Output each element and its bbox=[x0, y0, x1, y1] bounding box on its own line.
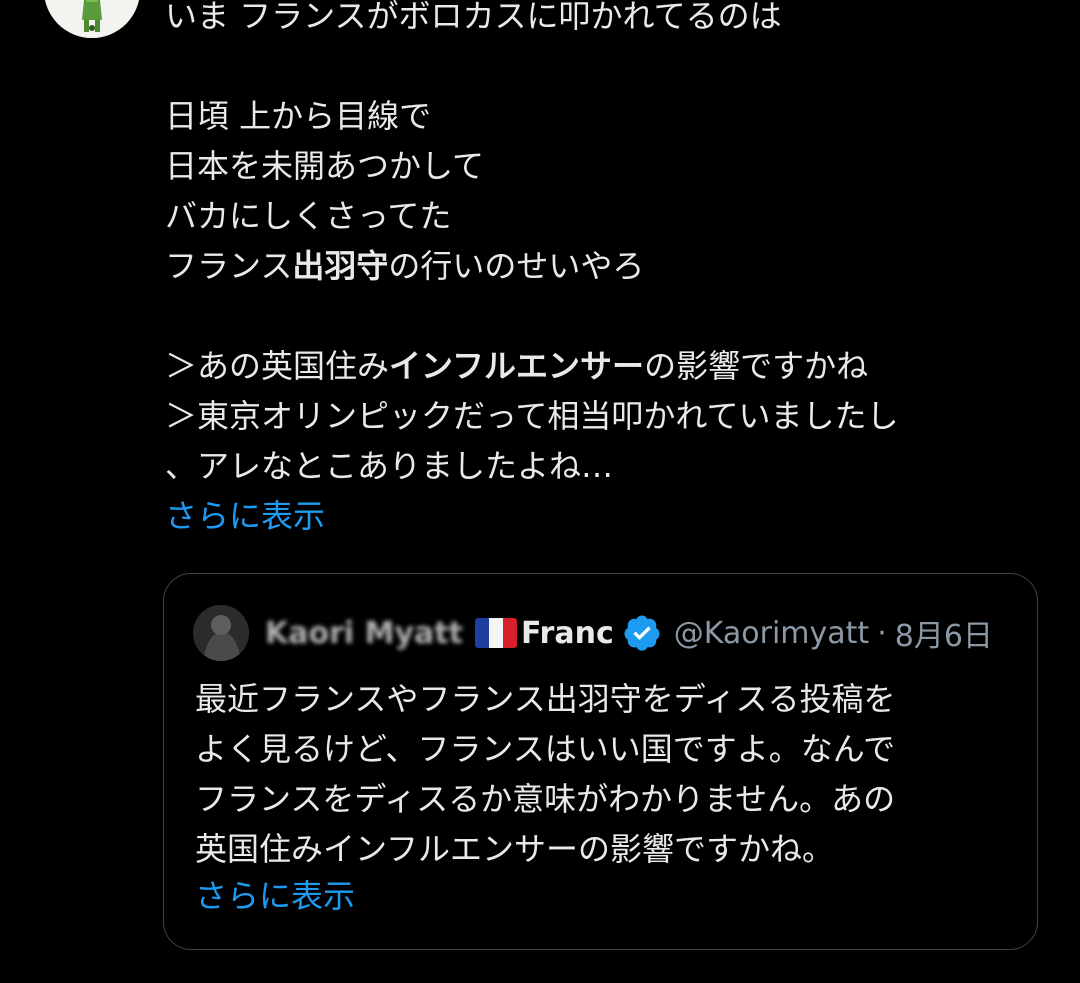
quoted-show-more-link[interactable]: さらに表示 bbox=[195, 874, 355, 918]
author-name-suffix: Franc bbox=[520, 615, 614, 651]
avatar-photo-icon bbox=[193, 605, 249, 661]
tweet-line: いま フランスがボロカスに叩かれてるのは bbox=[165, 0, 782, 35]
tweet-bold-segment: 出羽守 bbox=[292, 247, 389, 285]
tweet-text-segment: ＞あの英国住み bbox=[165, 347, 390, 385]
quoted-tweet-text: 最近フランスやフランス出羽守をディスる投稿を よく見るけど、フランスはいい国です… bbox=[195, 674, 895, 874]
avatar-figure-icon bbox=[44, 0, 140, 38]
tweet-line: 日頃 上から目線で bbox=[165, 97, 432, 135]
quoted-author-handle[interactable]: @Kaorimyatt bbox=[674, 616, 869, 651]
quoted-tweet-date[interactable]: 8月6日 bbox=[895, 611, 993, 655]
tweet-text: いま フランスがボロカスに叩かれてるのは 日頃 上から目線で 日本を未開あつかし… bbox=[165, 0, 1045, 491]
verified-badge-icon bbox=[624, 615, 660, 651]
quoted-tweet-card[interactable]: Kaori Myatt Franc @Kaorimyatt · 8月6日 最近フ… bbox=[163, 573, 1038, 950]
tweet-text-segment: の行いのせいやろ bbox=[388, 247, 645, 285]
header-separator: · bbox=[877, 615, 887, 651]
author-name-text: Kaori Myatt bbox=[265, 615, 463, 651]
tweet-line: ＞あの英国住みインフルエンサーの影響ですかね bbox=[165, 341, 1045, 391]
tweet-text-segment: の影響ですかね bbox=[644, 347, 869, 385]
tweet-line: ＞東京オリンピックだって相当叩かれていましたし bbox=[165, 397, 899, 435]
quoted-line: よく見るけど、フランスはいい国ですよ。なんで bbox=[195, 730, 896, 768]
france-flag-icon bbox=[474, 618, 517, 648]
tweet-line: バカにしくさってた bbox=[165, 197, 452, 235]
quoted-line: 英国住みインフルエンサーの影響ですかね。 bbox=[195, 830, 835, 868]
tweet-line: 、アレなとこありましたよね… bbox=[165, 447, 614, 485]
quoted-tweet-header: Kaori Myatt Franc @Kaorimyatt · 8月6日 bbox=[193, 604, 1013, 662]
tweet-bold-segment: インフルエンサー bbox=[389, 347, 645, 385]
tweet-text-segment: フランス bbox=[165, 247, 293, 285]
quoted-line: フランスをディスるか意味がわかりません。あの bbox=[195, 780, 896, 818]
quoted-author-name[interactable]: Kaori Myatt Franc bbox=[265, 616, 614, 651]
tweet-line: 日本を未開あつかして bbox=[165, 147, 485, 185]
quoted-line: 最近フランスやフランス出羽守をディスる投稿を bbox=[195, 680, 896, 718]
show-more-link[interactable]: さらに表示 bbox=[165, 494, 325, 538]
quoted-author-avatar[interactable] bbox=[193, 605, 249, 661]
poster-avatar[interactable] bbox=[44, 0, 140, 38]
tweet-line: フランス出羽守の行いのせいやろ bbox=[165, 241, 1045, 291]
